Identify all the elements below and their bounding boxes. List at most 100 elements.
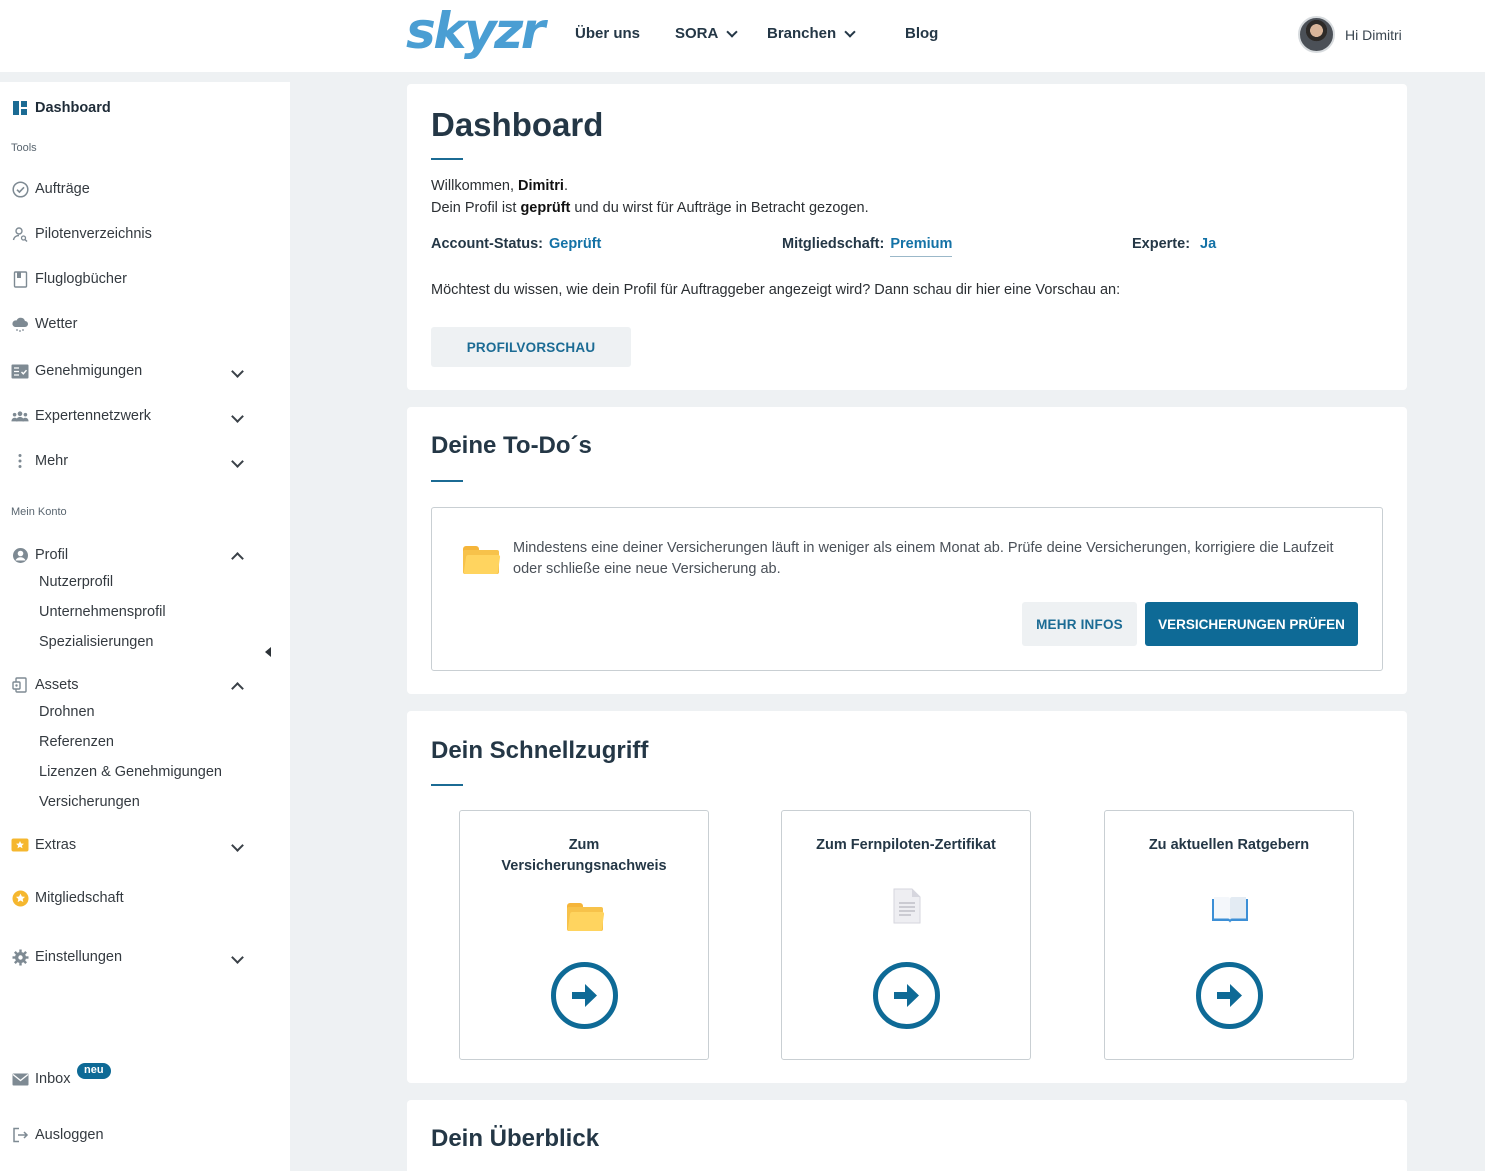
membership-value[interactable]: Premium: [890, 236, 953, 257]
sidebar-item-fluglogbuecher[interactable]: Fluglogbücher: [11, 270, 127, 288]
sidebar-subitem-referenzen[interactable]: Referenzen: [39, 734, 114, 750]
nav-label: SORA: [675, 25, 719, 42]
sidebar-item-profil[interactable]: Profil: [11, 546, 68, 564]
account-status-value: Geprüft: [548, 236, 602, 252]
chevron-down-icon[interactable]: [231, 455, 244, 468]
nav-sora[interactable]: SORA: [675, 25, 767, 42]
welcome-suffix: .: [563, 178, 568, 194]
title-underline: [431, 158, 463, 160]
sidebar-label: Assets: [35, 677, 79, 693]
open-book-icon: [1211, 895, 1249, 930]
chevron-down-icon: [726, 25, 739, 38]
sidebar-subitem-drohnen[interactable]: Drohnen: [39, 704, 95, 720]
star-badge-icon: [11, 889, 29, 907]
folder-icon: [463, 546, 501, 574]
nav-label: Branchen: [767, 25, 837, 42]
account-status-label: Account-Status:: [431, 236, 543, 252]
nav-label: Über uns: [575, 25, 641, 42]
main-nav: Über uns SORA Branchen Blog: [575, 25, 938, 42]
avatar[interactable]: [1298, 16, 1335, 53]
sidebar-label: Wetter: [35, 316, 78, 332]
welcome-name: Dimitri: [518, 178, 564, 194]
todos-title: Deine To-Do´s: [431, 432, 592, 459]
check-insurance-button[interactable]: VERSICHERUNGEN PRÜFEN: [1145, 602, 1358, 646]
sidebar-label: Extras: [35, 837, 77, 853]
chevron-down-icon: [844, 25, 856, 38]
arrow-right-circle-icon[interactable]: [551, 962, 618, 1029]
skyzr-logo[interactable]: skyzr: [406, 2, 545, 60]
chevron-down-icon[interactable]: [231, 365, 244, 378]
user-menu[interactable]: Hi Dimitri: [1298, 16, 1402, 53]
nav-branchen[interactable]: Branchen: [767, 25, 905, 42]
sidebar-subitem-nutzerprofil[interactable]: Nutzerprofil: [39, 574, 113, 590]
sidebar-subitem-lizenzen[interactable]: Lizenzen & Genehmigungen: [39, 764, 222, 780]
sidebar-item-extras[interactable]: Extras: [11, 836, 76, 854]
sidebar-label: Profil: [35, 547, 69, 563]
user-circle-icon: [11, 546, 29, 564]
sidebar-label: Mehr: [35, 453, 69, 469]
quickaccess-title: Dein Schnellzugriff: [431, 737, 649, 764]
sidebar-item-genehmigungen[interactable]: Genehmigungen: [11, 362, 142, 380]
page-title: Dashboard: [431, 106, 604, 143]
sidebar-label: Dashboard: [35, 100, 111, 116]
chevron-down-icon[interactable]: [231, 839, 244, 852]
nav-ueber-uns[interactable]: Über uns: [575, 25, 675, 42]
sidebar-item-inbox[interactable]: Inbox: [11, 1070, 70, 1088]
sidebar-subitem-unternehmensprofil[interactable]: Unternehmensprofil: [39, 604, 166, 620]
cloud-icon: [11, 315, 29, 333]
sidebar-item-pilotenverzeichnis[interactable]: Pilotenverzeichnis: [11, 225, 152, 243]
expert-status: Experte: Ja: [1132, 236, 1216, 252]
sidebar-item-einstellungen[interactable]: Einstellungen: [11, 948, 122, 966]
sidebar-subitem-spezialisierungen[interactable]: Spezialisierungen: [39, 634, 153, 650]
overview-card: Dein Überblick: [407, 1100, 1407, 1171]
drone-device-icon: [11, 676, 29, 694]
expert-value: Ja: [1200, 236, 1217, 252]
logout-icon: [11, 1126, 29, 1144]
sidebar-item-mitgliedschaft[interactable]: Mitgliedschaft: [11, 889, 124, 907]
chevron-down-icon[interactable]: [231, 410, 244, 423]
nav-blog[interactable]: Blog: [905, 25, 938, 42]
gear-icon: [11, 948, 29, 966]
welcome-text: Willkommen, Dimitri.: [431, 178, 568, 194]
document-icon: [893, 888, 921, 929]
sidebar-item-assets[interactable]: Assets: [11, 676, 79, 694]
arrow-right-circle-icon[interactable]: [1196, 962, 1263, 1029]
chevron-up-icon[interactable]: [231, 552, 244, 565]
quick-tile-insurance[interactable]: Zum Versicherungsnachweis: [459, 810, 709, 1060]
membership-status: Mitgliedschaft: Premium: [782, 236, 953, 257]
mail-icon: [11, 1070, 29, 1088]
quick-tile-guides[interactable]: Zu aktuellen Ratgebern: [1104, 810, 1354, 1060]
sidebar-item-expertennetzwerk[interactable]: Expertennetzwerk: [11, 407, 151, 425]
arrow-right-circle-icon[interactable]: [873, 962, 940, 1029]
sidebar-label: Fluglogbücher: [35, 271, 127, 287]
top-navigation: skyzr Über uns SORA Branchen Blog Hi Dim…: [0, 0, 1485, 72]
book-icon: [11, 270, 29, 288]
chevron-up-icon[interactable]: [231, 682, 244, 695]
sidebar-item-ausloggen[interactable]: Ausloggen: [11, 1126, 104, 1144]
sidebar-label: Pilotenverzeichnis: [35, 226, 152, 242]
collapse-sidebar-icon[interactable]: [265, 647, 271, 657]
title-underline: [431, 784, 463, 786]
sidebar-subitem-versicherungen[interactable]: Versicherungen: [39, 794, 140, 810]
inbox-new-badge: neu: [77, 1063, 111, 1079]
chevron-down-icon[interactable]: [231, 951, 244, 964]
membership-label: Mitgliedschaft:: [782, 236, 885, 252]
dashboard-card: Dashboard Willkommen, Dimitri. Dein Prof…: [407, 84, 1407, 390]
quick-tile-certificate[interactable]: Zum Fernpiloten-Zertifikat: [781, 810, 1031, 1060]
sidebar-item-auftraege[interactable]: Aufträge: [11, 180, 90, 198]
quick-tile-label: Zu aktuellen Ratgebern: [1148, 837, 1310, 853]
expert-label: Experte:: [1132, 236, 1191, 252]
checklist-icon: [11, 362, 29, 380]
todos-card: Deine To-Do´s Mindestens eine deiner Ver…: [407, 407, 1407, 694]
overview-title: Dein Überblick: [431, 1125, 600, 1152]
section-label-account: Mein Konto: [11, 506, 67, 518]
sidebar-item-mehr[interactable]: Mehr: [11, 452, 68, 470]
sidebar-item-wetter[interactable]: Wetter: [11, 315, 77, 333]
sidebar: Dashboard Tools Aufträge Pilotenverzeich…: [0, 82, 290, 1171]
users-icon: [11, 407, 29, 425]
more-info-button[interactable]: MEHR INFOS: [1022, 602, 1137, 646]
profile-preview-button[interactable]: PROFILVORSCHAU: [431, 327, 631, 367]
sidebar-item-dashboard[interactable]: Dashboard: [11, 99, 111, 117]
profile-prefix: Dein Profil ist: [431, 200, 521, 216]
folder-icon: [567, 903, 605, 931]
